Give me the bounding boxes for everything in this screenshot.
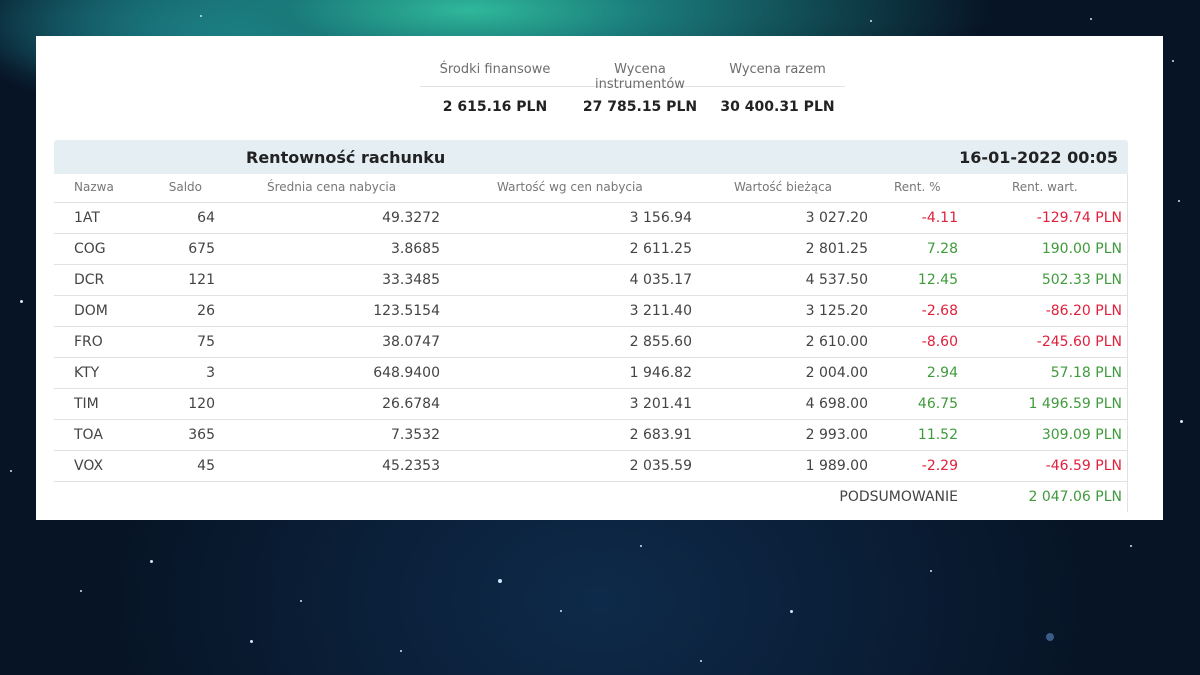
cell-return-pct: 2.94 [926, 365, 958, 381]
cell-cost-value: 2 611.25 [629, 241, 692, 257]
table-row[interactable]: FRO 75 38.0747 2 855.60 2 610.00 -8.60 -245.60… [54, 327, 1128, 358]
cell-name: KTY [74, 365, 100, 381]
cell-avg-price: 123.5154 [373, 303, 440, 319]
cell-saldo: 45 [197, 458, 215, 474]
cell-cost-value: 2 683.91 [629, 427, 692, 443]
cell-current-value: 1 989.00 [805, 458, 868, 474]
total-valuation-value: 30 400.31 PLN [720, 99, 835, 115]
cell-return-value: 502.33 PLN [1041, 272, 1122, 288]
table-date: 16-01-2022 00:05 [959, 148, 1118, 167]
table-row[interactable]: DOM 26 123.5154 3 211.40 3 125.20 -2.68 -86.20… [54, 296, 1128, 327]
col-header-name[interactable]: Nazwa [74, 180, 114, 194]
cash-label: Środki finansowe [420, 62, 570, 87]
cell-current-value: 2 610.00 [805, 334, 868, 350]
col-header-cost-value[interactable]: Wartość wg cen nabycia [497, 180, 643, 194]
cell-saldo: 3 [206, 365, 215, 381]
cell-avg-price: 648.9400 [373, 365, 440, 381]
cell-current-value: 4 698.00 [805, 396, 868, 412]
cell-return-value: -129.74 PLN [1036, 210, 1122, 226]
col-header-return-value[interactable]: Rent. wart. [1012, 180, 1078, 194]
cell-return-pct: -2.68 [921, 303, 958, 319]
cell-return-value: -245.60 PLN [1036, 334, 1122, 350]
instruments-valuation-value: 27 785.15 PLN [582, 99, 698, 115]
table-row[interactable]: COG 675 3.8685 2 611.25 2 801.25 7.28 190.00 P… [54, 234, 1128, 265]
cell-cost-value: 3 211.40 [629, 303, 692, 319]
table-title: Rentowność rachunku [246, 148, 446, 167]
cell-name: DOM [74, 303, 108, 319]
cell-current-value: 2 004.00 [805, 365, 868, 381]
cell-return-value: -46.59 PLN [1045, 458, 1122, 474]
cell-cost-value: 2 855.60 [629, 334, 692, 350]
cell-saldo: 121 [188, 272, 215, 288]
cell-name: COG [74, 241, 106, 257]
cell-return-value: 57.18 PLN [1050, 365, 1122, 381]
table-row[interactable]: TOA 365 7.3532 2 683.91 2 993.00 11.52 309.09 … [54, 420, 1128, 451]
table-row[interactable]: KTY 3 648.9400 1 946.82 2 004.00 2.94 57.18 PL… [54, 358, 1128, 389]
cell-return-pct: 7.28 [926, 241, 958, 257]
summary-value: 2 047.06 PLN [1028, 489, 1122, 505]
cell-name: 1AT [74, 210, 100, 226]
cell-name: TOA [74, 427, 103, 443]
cell-current-value: 4 537.50 [805, 272, 868, 288]
cell-return-value: -86.20 PLN [1045, 303, 1122, 319]
total-valuation-label: Wycena razem [710, 62, 845, 87]
cell-return-value: 1 496.59 PLN [1028, 396, 1122, 412]
cell-name: DCR [74, 272, 105, 288]
table-row[interactable]: VOX 45 45.2353 2 035.59 1 989.00 -2.29 -46.59 … [54, 451, 1128, 482]
cell-return-pct: 46.75 [917, 396, 958, 412]
col-header-current-value[interactable]: Wartość bieżąca [734, 180, 832, 194]
cell-return-pct: -8.60 [921, 334, 958, 350]
cell-avg-price: 33.3485 [382, 272, 440, 288]
account-panel: Środki finansowe Wycena instrumentów Wyc… [36, 36, 1163, 520]
cell-saldo: 75 [197, 334, 215, 350]
cell-avg-price: 45.2353 [382, 458, 440, 474]
cell-avg-price: 49.3272 [382, 210, 440, 226]
cell-cost-value: 3 201.41 [629, 396, 692, 412]
table-row[interactable]: 1AT 64 49.3272 3 156.94 3 027.20 -4.11 -129.74… [54, 203, 1128, 234]
cell-avg-price: 38.0747 [382, 334, 440, 350]
table-footer: PODSUMOWANIE 2 047.06 PLN [54, 482, 1128, 512]
cell-name: TIM [74, 396, 99, 412]
table-body: 1AT 64 49.3272 3 156.94 3 027.20 -4.11 -129.74… [54, 203, 1128, 482]
cell-saldo: 675 [188, 241, 215, 257]
cell-avg-price: 3.8685 [391, 241, 440, 257]
cell-saldo: 120 [188, 396, 215, 412]
instruments-valuation-label: Wycena instrumentów [570, 62, 710, 92]
cell-current-value: 3 125.20 [805, 303, 868, 319]
summary-label: PODSUMOWANIE [839, 489, 958, 505]
col-header-avg-price[interactable]: Średnia cena nabycia [267, 180, 396, 194]
cell-cost-value: 1 946.82 [629, 365, 692, 381]
cell-saldo: 64 [197, 210, 215, 226]
cell-return-value: 190.00 PLN [1041, 241, 1122, 257]
cash-value: 2 615.16 PLN [442, 99, 548, 115]
table-row[interactable]: DCR 121 33.3485 4 035.17 4 537.50 12.45 502.33… [54, 265, 1128, 296]
cell-return-value: 309.09 PLN [1041, 427, 1122, 443]
cell-return-pct: 11.52 [917, 427, 958, 443]
col-header-return-pct[interactable]: Rent. % [894, 180, 941, 194]
cell-return-pct: -4.11 [921, 210, 958, 226]
account-summary: Środki finansowe Wycena instrumentów Wyc… [420, 62, 845, 115]
cell-current-value: 2 993.00 [805, 427, 868, 443]
cell-cost-value: 3 156.94 [629, 210, 692, 226]
cell-current-value: 3 027.20 [805, 210, 868, 226]
column-headers: Nazwa Saldo Średnia cena nabycia Wartość… [54, 174, 1128, 203]
cell-avg-price: 26.6784 [382, 396, 440, 412]
profitability-table: Rentowność rachunku 16-01-2022 00:05 Naz… [54, 140, 1128, 512]
table-row[interactable]: TIM 120 26.6784 3 201.41 4 698.00 46.75 1 496.… [54, 389, 1128, 420]
cell-name: FRO [74, 334, 103, 350]
table-header-bar: Rentowność rachunku 16-01-2022 00:05 [54, 140, 1128, 174]
cell-cost-value: 2 035.59 [629, 458, 692, 474]
cell-return-pct: 12.45 [917, 272, 958, 288]
cell-saldo: 365 [188, 427, 215, 443]
cell-return-pct: -2.29 [921, 458, 958, 474]
cell-cost-value: 4 035.17 [629, 272, 692, 288]
col-header-saldo[interactable]: Saldo [169, 180, 202, 194]
cell-name: VOX [74, 458, 104, 474]
cell-avg-price: 7.3532 [391, 427, 440, 443]
cell-current-value: 2 801.25 [805, 241, 868, 257]
cell-saldo: 26 [197, 303, 215, 319]
